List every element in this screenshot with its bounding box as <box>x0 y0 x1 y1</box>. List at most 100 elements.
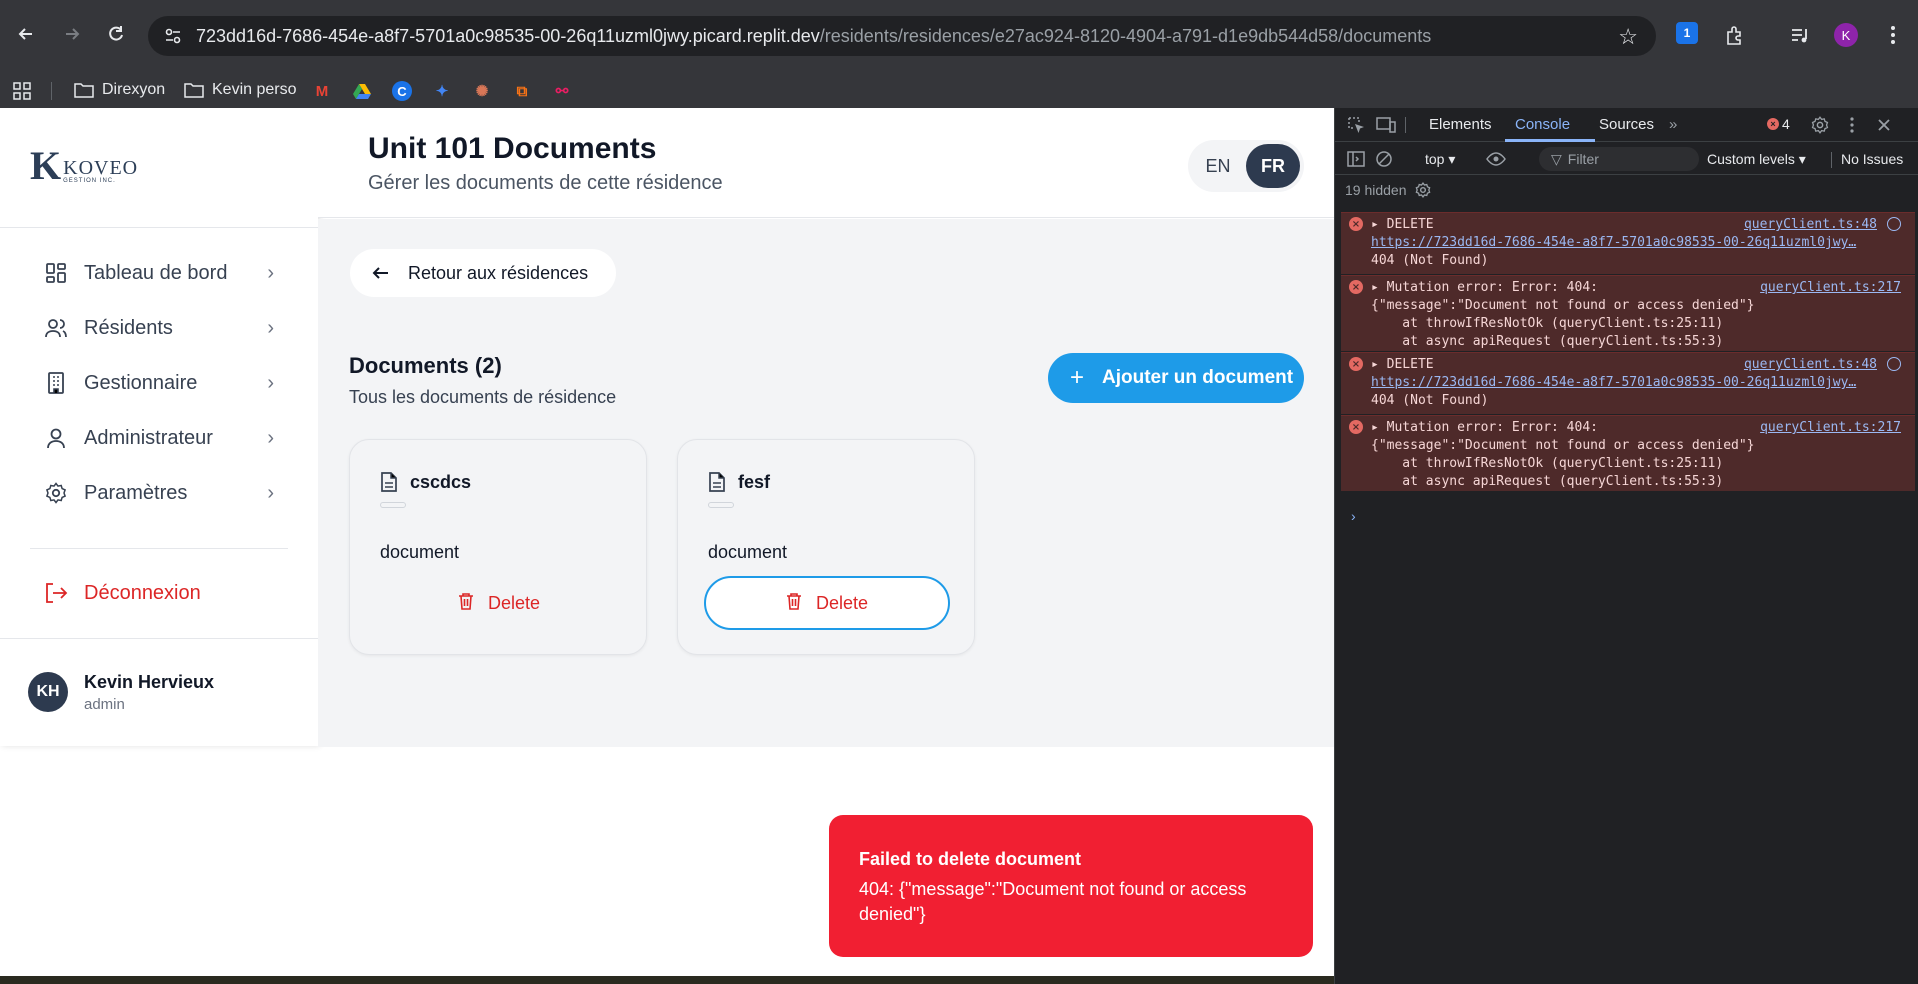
bookmark-link-icon[interactable]: ⚯ <box>552 81 572 101</box>
drive-icon[interactable] <box>352 81 372 101</box>
sidebar-item-label: Résidents <box>84 316 173 339</box>
error-icon: × <box>1767 118 1779 130</box>
lang-en-button[interactable]: EN <box>1192 144 1244 188</box>
trash-icon <box>786 592 802 615</box>
console-error-entry[interactable]: × ▸ DELETE queryClient.ts:48 https://723… <box>1341 212 1915 274</box>
eye-icon[interactable] <box>1485 148 1507 170</box>
koveo-logo: K KOVEO GESTION INC. <box>30 143 138 188</box>
device-toolbar-icon[interactable] <box>1375 114 1397 136</box>
forward-arrow-icon[interactable] <box>58 20 86 48</box>
filter-input[interactable]: ▽ Filter <box>1539 147 1699 171</box>
tab-sources[interactable]: Sources <box>1599 116 1654 133</box>
close-icon[interactable] <box>1873 114 1895 136</box>
request-url-link[interactable]: https://723dd16d-7686-454e-a8f7-5701a0c9… <box>1371 375 1856 390</box>
add-document-button[interactable]: + Ajouter un document <box>1048 353 1304 403</box>
delete-button[interactable]: Delete <box>704 576 950 630</box>
chevron-right-icon: › <box>267 261 274 284</box>
toast-title: Failed to delete document <box>859 849 1082 869</box>
sidebar-item-settings[interactable]: Paramètres › <box>44 476 274 510</box>
stack-frame[interactable]: at async apiRequest (queryClient.ts:55:3… <box>1371 334 1723 349</box>
devtools-panel: Elements Console Sources » × 4 top ▾ ▽ F… <box>1334 108 1918 984</box>
request-url-link[interactable]: https://723dd16d-7686-454e-a8f7-5701a0c9… <box>1371 235 1856 250</box>
plus-icon: + <box>1070 364 1085 391</box>
trash-icon <box>458 592 474 615</box>
bookmark-folder-kevin-perso[interactable]: Kevin perso <box>184 78 297 102</box>
network-globe-icon[interactable] <box>1887 357 1901 371</box>
sidebar-item-dashboard[interactable]: Tableau de bord › <box>44 256 274 290</box>
logo-mark: K <box>30 143 62 188</box>
error-icon: × <box>1349 420 1363 434</box>
apps-grid-icon[interactable] <box>12 81 32 101</box>
source-link[interactable]: queryClient.ts:217 <box>1760 280 1901 295</box>
logout-button[interactable]: Déconnexion <box>44 576 274 610</box>
source-link[interactable]: queryClient.ts:48 <box>1744 217 1877 232</box>
more-tabs-icon[interactable]: » <box>1669 116 1677 133</box>
console-prompt[interactable]: › <box>1351 508 1356 524</box>
log-line: Mutation error: Error: 404: <box>1386 280 1598 295</box>
sidebar-item-residents[interactable]: Résidents › <box>44 311 274 345</box>
console-toolbar: top ▾ ▽ Filter Custom levels ▾ No Issues <box>1335 143 1918 175</box>
address-bar[interactable]: 723dd16d-7686-454e-a8f7-5701a0c98535-00-… <box>148 16 1656 56</box>
document-name: fesf <box>738 472 771 492</box>
error-counter[interactable]: × 4 <box>1767 116 1790 132</box>
folder-icon <box>74 83 94 98</box>
extensions-puzzle-icon[interactable] <box>1722 22 1748 48</box>
log-levels-dropdown[interactable]: Custom levels ▾ <box>1707 151 1806 168</box>
extension-badge-icon[interactable]: 1 <box>1676 22 1698 44</box>
arrow-left-icon <box>372 264 394 282</box>
inspect-element-icon[interactable] <box>1345 114 1367 136</box>
claude-icon[interactable]: ✺ <box>472 81 492 101</box>
media-control-icon[interactable] <box>1787 22 1813 48</box>
stack-frame[interactable]: at throwIfResNotOk (queryClient.ts:25:11… <box>1371 456 1723 471</box>
tab-console[interactable]: Console <box>1515 116 1570 133</box>
dashboard-icon <box>44 261 68 285</box>
user-name: Kevin Hervieux <box>84 672 215 692</box>
context-selector[interactable]: top ▾ <box>1425 151 1455 168</box>
clear-console-icon[interactable] <box>1373 148 1395 170</box>
documents-subtitle: Tous les documents de résidence <box>349 387 617 407</box>
network-globe-icon[interactable] <box>1887 217 1901 231</box>
settings-gear-icon[interactable] <box>1415 182 1431 198</box>
console-error-entry[interactable]: × ▸ Mutation error: Error: 404: queryCli… <box>1341 275 1915 351</box>
logout-icon <box>44 581 68 605</box>
error-toast[interactable]: Failed to delete document 404: {"message… <box>829 815 1313 957</box>
tab-elements[interactable]: Elements <box>1429 116 1492 133</box>
page-subtitle: Gérer les documents de cette résidence <box>368 172 723 194</box>
bookmark-star-icon[interactable]: ☆ <box>1618 24 1638 50</box>
profile-avatar[interactable]: K <box>1834 23 1858 47</box>
reload-icon[interactable] <box>102 20 130 48</box>
sidebar-item-administrator[interactable]: Administrateur › <box>44 421 274 455</box>
back-arrow-icon[interactable] <box>12 20 40 48</box>
gmail-icon[interactable]: M <box>312 81 332 101</box>
toolbar-divider <box>1405 117 1406 133</box>
c-app-icon[interactable]: C <box>392 81 412 101</box>
console-error-entry[interactable]: × ▸ DELETE queryClient.ts:48 https://723… <box>1341 352 1915 414</box>
settings-gear-icon[interactable] <box>1809 114 1831 136</box>
kebab-menu-icon[interactable] <box>1841 114 1863 136</box>
source-link[interactable]: queryClient.ts:48 <box>1744 357 1877 372</box>
bookmark-app-icon[interactable]: ⧉ <box>512 81 532 101</box>
gemini-icon[interactable]: ✦ <box>432 81 452 101</box>
sidebar-toggle-icon[interactable] <box>1345 148 1367 170</box>
url-text: 723dd16d-7686-454e-a8f7-5701a0c98535-00-… <box>196 25 1432 46</box>
active-tab-indicator <box>1505 139 1595 142</box>
kebab-menu-icon[interactable] <box>1880 22 1906 48</box>
user-icon <box>44 426 68 450</box>
stack-frame[interactable]: at throwIfResNotOk (queryClient.ts:25:11… <box>1371 316 1723 331</box>
lang-fr-button[interactable]: FR <box>1246 144 1300 188</box>
delete-button[interactable]: Delete <box>376 576 622 630</box>
bookmark-folder-direxyon[interactable]: Direxyon <box>74 78 165 102</box>
sidebar-divider <box>0 638 318 639</box>
file-icon <box>380 472 398 497</box>
bookmarks-divider <box>51 82 52 100</box>
console-error-entry[interactable]: × ▸ Mutation error: Error: 404: queryCli… <box>1341 415 1915 491</box>
issues-button[interactable]: No Issues <box>1841 151 1903 167</box>
language-switcher: EN FR <box>1188 140 1304 192</box>
avatar[interactable]: KH <box>28 672 68 712</box>
site-settings-icon[interactable] <box>162 25 184 47</box>
chevron-right-icon: › <box>267 371 274 394</box>
source-link[interactable]: queryClient.ts:217 <box>1760 420 1901 435</box>
sidebar-item-manager[interactable]: Gestionnaire › <box>44 366 274 400</box>
stack-frame[interactable]: at async apiRequest (queryClient.ts:55:3… <box>1371 474 1723 489</box>
back-to-residences-button[interactable]: Retour aux résidences <box>350 249 616 297</box>
